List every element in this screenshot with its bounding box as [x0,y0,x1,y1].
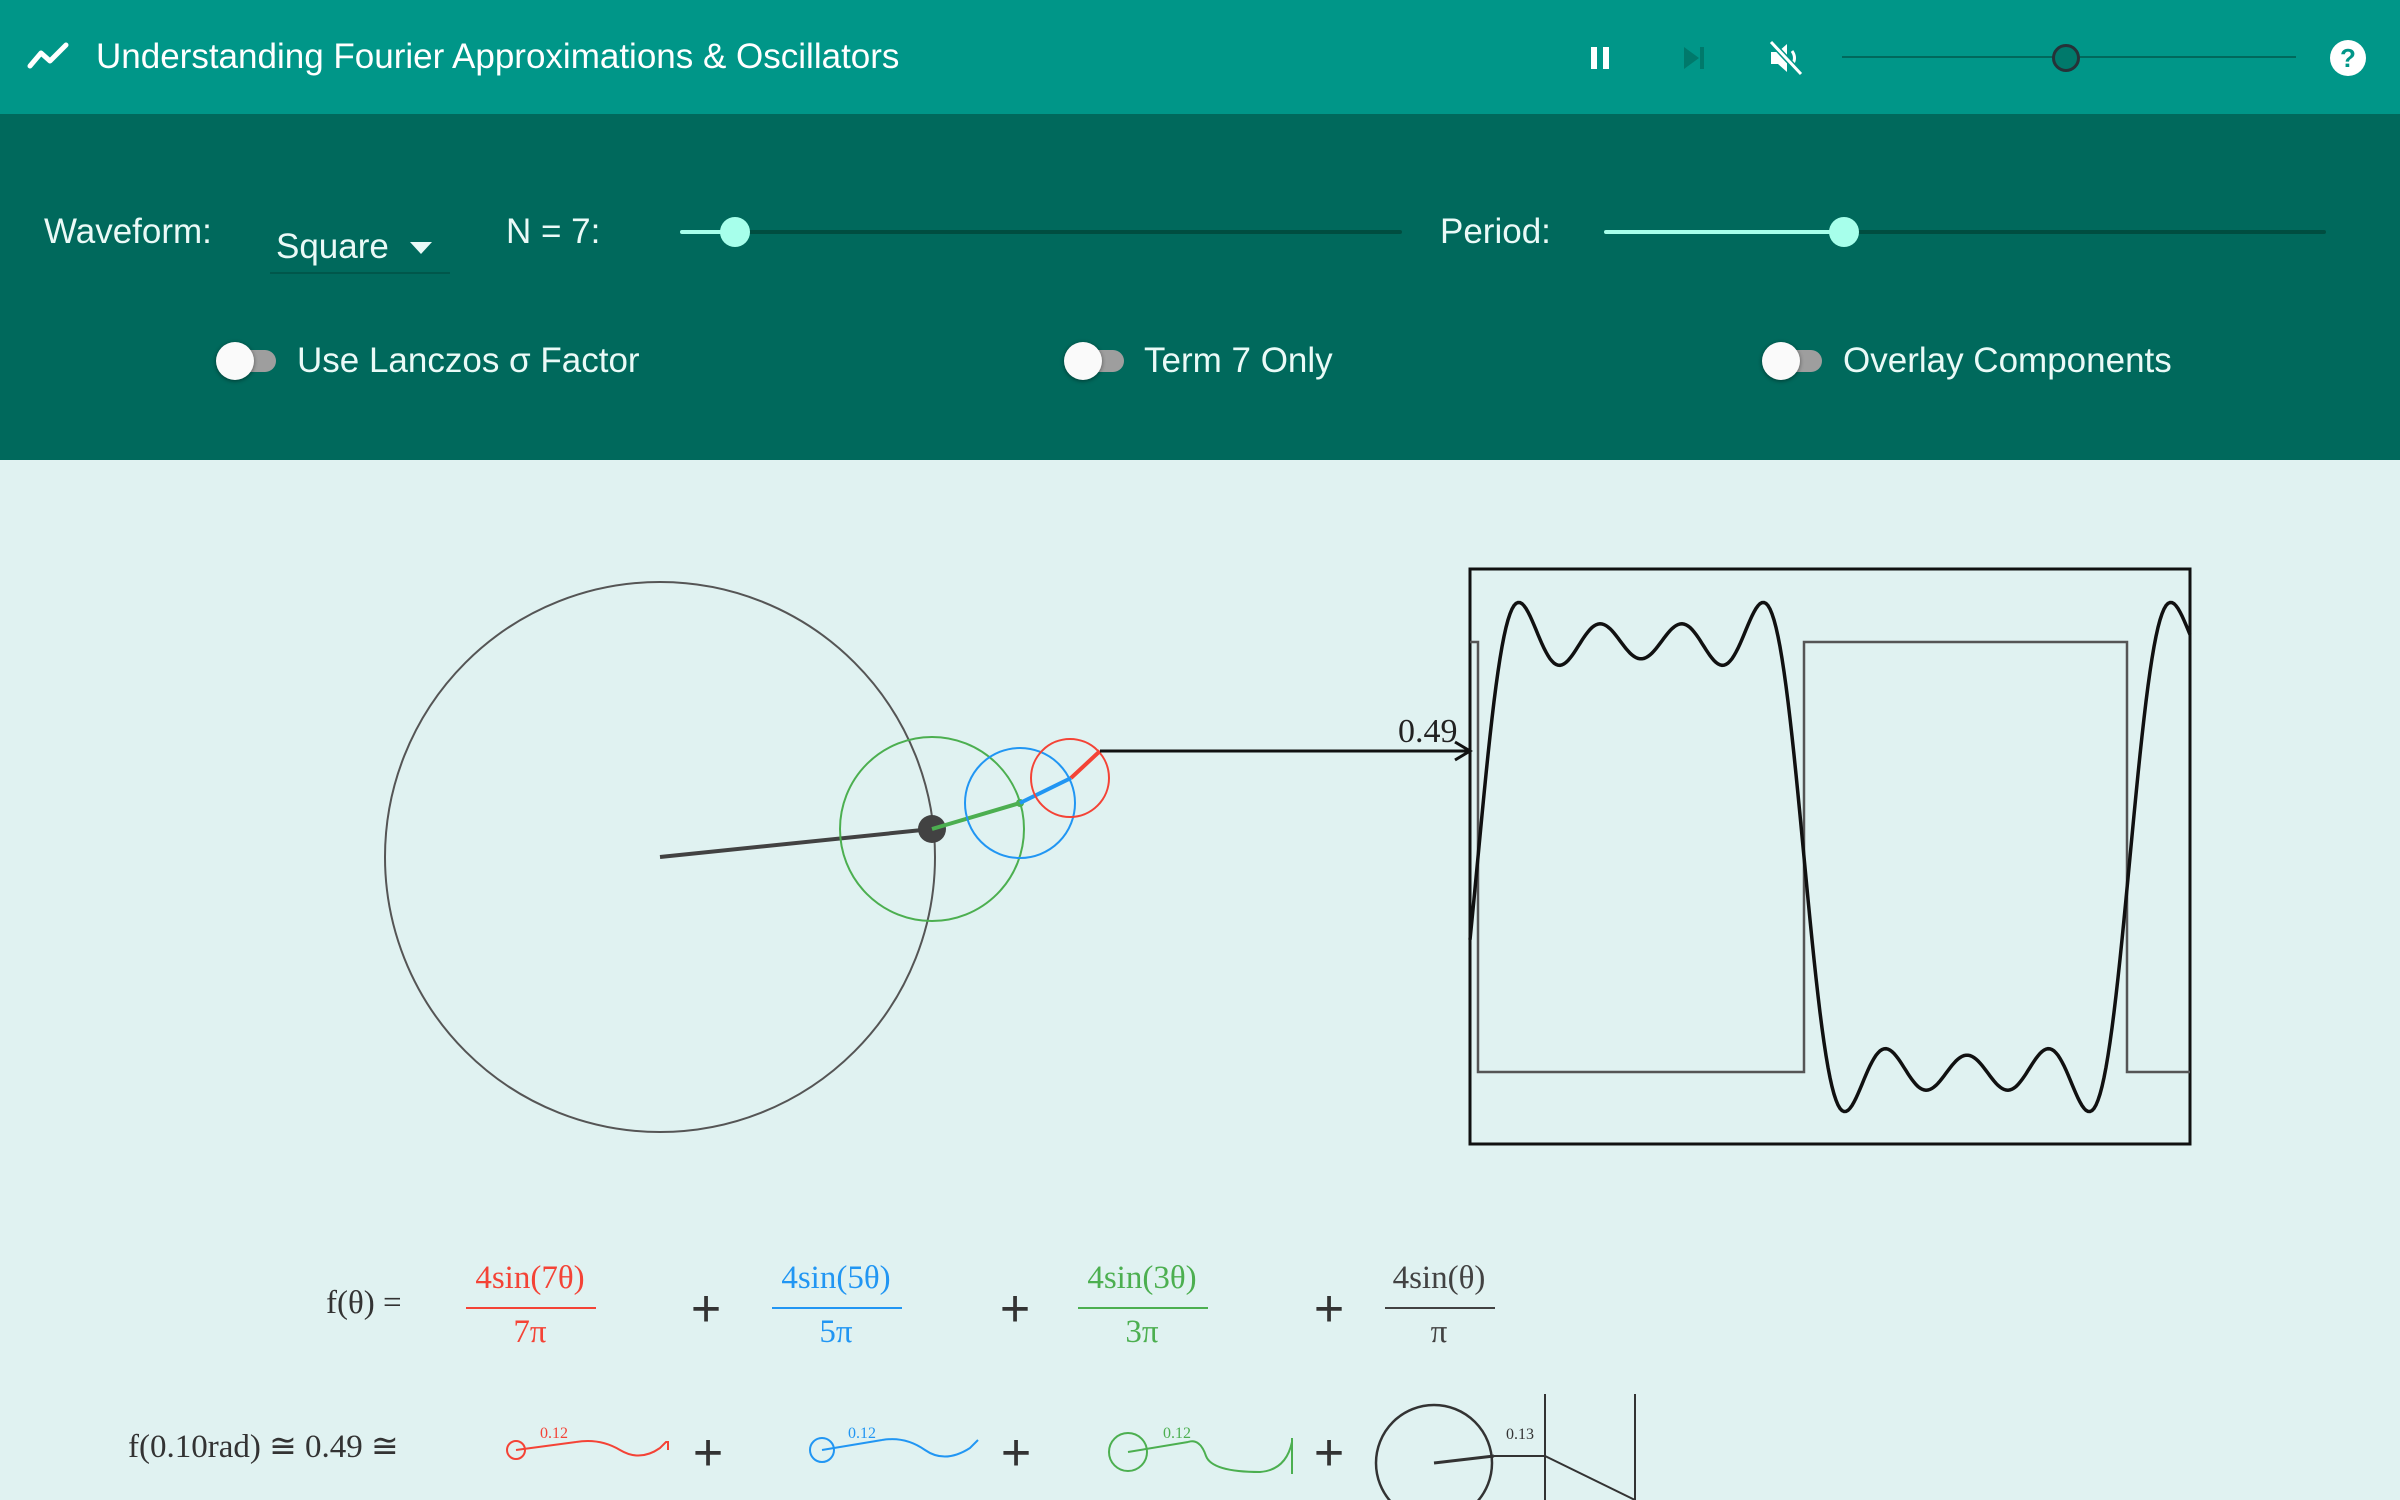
mini-wave [1187,1440,1293,1474]
skip-next-icon [1684,47,1704,69]
waveform-label: Waveform: [44,212,212,251]
term-1-mini-plot: 0.13 [1374,1394,1636,1500]
plus-sign: + [691,1280,721,1338]
toggle-knob [216,342,254,380]
evaluation-row: f(0.10rad) ≅ 0.49 ≅ 0.12 + 0.12 + 0.12 +… [128,1394,1636,1500]
visualization-stage: 0.49 f(θ) = 4sin(7θ) 7π + 4sin(5θ) 5π + [0,460,2400,1500]
fourier-visualization: 0.49 f(θ) = 4sin(7θ) 7π + 4sin(5θ) 5π + [128,567,2192,1500]
help-button[interactable]: ? [2320,30,2376,86]
formula-term-3-denominator: 3π [1125,1314,1159,1350]
help-icon: ? [2330,40,2366,76]
plus-sign: + [1314,1280,1344,1338]
svg-text:?: ? [2340,43,2356,73]
period-slider-thumb[interactable] [1829,217,1859,247]
formula-term-5-numerator: 4sin(5θ) [781,1260,890,1296]
term-5-value: 0.12 [848,1425,876,1442]
overlay-toggle-label: Overlay Components [1843,341,2172,380]
formula-term-7: 4sin(7θ) 7π [466,1260,596,1350]
formula-lhs: f(θ) = [326,1285,402,1321]
formula-term-1-numerator: 4sin(θ) [1393,1260,1486,1296]
period-slider[interactable] [1604,212,2326,252]
formula-term-7-denominator: 7π [513,1314,547,1350]
target-square-wave [1470,640,2190,1074]
term-7-value: 0.12 [540,1425,568,1442]
n-terms-slider-track [680,230,1402,234]
mini-wave [881,1438,979,1458]
mini-circle [1374,1403,1494,1500]
plus-sign: + [1314,1424,1344,1482]
n-terms-slider[interactable] [680,212,1402,252]
formula-term-5: 4sin(5θ) 5π [772,1260,902,1350]
term-only-toggle-label: Term 7 Only [1144,341,1333,380]
term-5-radius [1019,776,1072,805]
formula-term-5-denominator: 5π [819,1314,853,1350]
waveform-select-value: Square [276,227,389,266]
mini-wave [1494,1455,1636,1500]
mini-wave [575,1440,669,1457]
plus-sign: + [1000,1280,1030,1338]
term-3-value: 0.12 [1163,1425,1191,1442]
term-3-radius [931,801,1021,831]
waveform-plot [1468,567,2192,1146]
app-title: Understanding Fourier Approximations & O… [96,37,900,76]
term-1-radius [659,827,933,859]
plus-sign: + [693,1424,723,1482]
term-7-radius [1069,749,1102,780]
n-terms-slider-thumb[interactable] [720,217,750,247]
lanczos-toggle-label: Use Lanczos σ Factor [297,341,640,380]
formula-term-3: 4sin(3θ) 3π [1078,1260,1208,1350]
term-only-toggle[interactable] [1064,340,1128,380]
period-slider-fill [1604,230,1844,234]
volume-slider-thumb[interactable] [2052,44,2080,72]
plus-sign: + [1001,1424,1031,1482]
app-bar: Understanding Fourier Approximations & O… [0,0,2400,114]
formula-term-3-numerator: 4sin(3θ) [1087,1260,1196,1296]
toggle-knob [1762,342,1800,380]
n-terms-label: N = 7: [506,212,601,251]
controls-panel: Waveform: Square N = 7: Period: Use Lanc… [0,114,2400,460]
fourier-approximation-curve [1468,600,2192,1114]
formula-term-1: 4sin(θ) π [1385,1260,1495,1350]
mini-radius [1127,1441,1189,1453]
mute-button[interactable] [1758,30,1814,86]
epicycle-diagram: 0.49 [384,581,1473,1133]
output-value-label: 0.49 [1398,713,1458,750]
lanczos-toggle[interactable] [216,340,280,380]
mini-radius [1433,1454,1495,1465]
show-chart-icon [27,42,69,69]
volume-off-icon [1768,39,1804,77]
evaluation-lhs: f(0.10rad) ≅ 0.49 ≅ [128,1429,399,1465]
term-1-value: 0.13 [1506,1426,1534,1443]
fourier-series-formula: f(θ) = 4sin(7θ) 7π + 4sin(5θ) 5π + 4sin(… [326,1260,1495,1350]
formula-term-7-numerator: 4sin(7θ) [475,1260,584,1296]
chevron-down-icon [410,242,432,254]
waveform-select[interactable]: Square [270,210,450,274]
pause-icon [1591,47,1609,69]
toggle-knob [1064,342,1102,380]
term-5-mini-plot: 0.12 [809,1425,979,1463]
term-7-mini-plot: 0.12 [506,1425,669,1460]
waveform-plot-frame [1468,567,2192,1146]
period-label: Period: [1440,212,1551,251]
pause-button[interactable] [1572,30,1628,86]
formula-term-1-denominator: π [1431,1314,1448,1350]
step-forward-button[interactable] [1666,30,1722,86]
term-3-mini-plot: 0.12 [1108,1425,1293,1474]
overlay-toggle[interactable] [1762,340,1826,380]
